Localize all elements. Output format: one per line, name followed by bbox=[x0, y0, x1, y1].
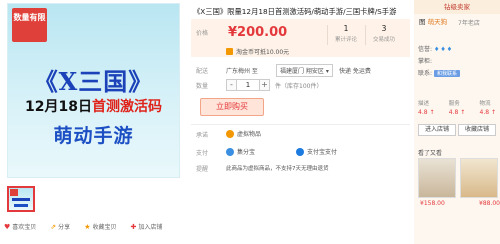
review-count[interactable]: 1 累计评论 bbox=[331, 24, 361, 43]
qty-increase-button[interactable]: + bbox=[259, 79, 270, 91]
ship-to-select[interactable]: 福建厦门 翔安区 ▾ bbox=[276, 64, 333, 77]
star-icon: ★ bbox=[84, 222, 91, 231]
related-price[interactable]: ¥158.00 bbox=[420, 200, 445, 207]
favorite-button[interactable]: ★ 收藏宝贝 bbox=[84, 222, 117, 232]
related-prices: ¥158.00 ¥88.00 bbox=[420, 200, 500, 207]
qty-label: 数量 bbox=[196, 83, 209, 90]
product-actions: ♥ 喜欢宝贝 ⇗ 分享 ★ 收藏宝贝 ✚ 加入店铺 bbox=[4, 222, 176, 232]
quantity-stepper: - 1 + 件（库存100件） bbox=[226, 79, 322, 91]
shop-name[interactable]: 图 萌天狗 bbox=[414, 16, 500, 26]
add-shop-label: 加入店铺 bbox=[138, 224, 163, 231]
boss-line: 掌柜: bbox=[418, 58, 433, 65]
product-thumbnail[interactable] bbox=[7, 186, 35, 212]
heart-icon: ♥ bbox=[4, 222, 11, 231]
related-title: 看了又看 bbox=[418, 150, 443, 157]
contact-button[interactable]: 和我联系 bbox=[433, 70, 460, 77]
credit-line: 信誉: ♦♦♦ bbox=[418, 46, 454, 53]
price-box: 价格 ¥200.00 1 累计评论 3 交易成功 淘金币可抵10.00元 bbox=[191, 19, 410, 57]
favorite-label: 收藏宝贝 bbox=[92, 224, 117, 231]
ship-label: 配送 bbox=[196, 68, 209, 75]
virtual-goods-icon bbox=[226, 129, 234, 138]
seller-level-header: 钻级卖家 bbox=[414, 0, 500, 14]
related-price[interactable]: ¥88.00 bbox=[479, 200, 500, 207]
share-button[interactable]: ⇗ 分享 bbox=[50, 222, 71, 232]
product-page: 数量有限 《X三国》 12月18日首测激活码 萌动手游 ♥ 喜欢宝贝 ⇗ 分享 … bbox=[0, 0, 500, 244]
score-service: 服务 4.8 ↑ bbox=[448, 101, 466, 116]
image-date-text: 12月18日 bbox=[25, 99, 92, 115]
product-title: 《X三国》限量12月18日首测激活码/萌动手游/三国卡牌/S手游 bbox=[193, 7, 397, 16]
qty-input[interactable]: 1 bbox=[237, 79, 259, 91]
price-value: ¥200.00 bbox=[228, 25, 288, 40]
diamond-icon: ♦♦♦ bbox=[433, 46, 454, 53]
share-label: 分享 bbox=[58, 224, 71, 231]
image-game-line: 萌动手游 bbox=[53, 125, 134, 147]
alipay-icon bbox=[296, 147, 304, 156]
enter-shop-button[interactable]: 进入店铺 bbox=[418, 124, 456, 136]
shop-scores: 描述 4.8 ↑ 服务 4.8 ↑ 物流 4.8 ↑ bbox=[418, 99, 496, 116]
related-item-image[interactable] bbox=[418, 158, 456, 198]
price-label: 价格 bbox=[196, 30, 209, 37]
contact-line: 联系: 和我联系 bbox=[418, 68, 460, 77]
like-label: 喜欢宝贝 bbox=[12, 224, 37, 231]
coin-icon bbox=[226, 48, 233, 55]
score-description: 描述 4.8 ↑ bbox=[418, 101, 435, 116]
related-items bbox=[418, 158, 498, 198]
notice-text: 此商品为虚拟商品，不支持7天无理由退货 bbox=[226, 166, 329, 172]
add-shop-button[interactable]: ✚ 加入店铺 bbox=[130, 222, 163, 232]
stock-text: 件（库存100件） bbox=[275, 82, 323, 90]
image-date: 12月18日首测激活码 bbox=[8, 96, 179, 116]
qty-decrease-button[interactable]: - bbox=[226, 79, 237, 91]
plus-icon: ✚ bbox=[130, 222, 137, 231]
product-main-image[interactable]: 数量有限 《X三国》 12月18日首测激活码 萌动手游 bbox=[7, 3, 180, 178]
image-date-highlight: 首测激活码 bbox=[91, 99, 162, 115]
related-item-image[interactable] bbox=[460, 158, 498, 198]
ship-from: 广东梅州 至 bbox=[226, 68, 258, 75]
limited-badge: 数量有限 bbox=[12, 8, 47, 42]
share-icon: ⇗ bbox=[50, 222, 57, 231]
like-button[interactable]: ♥ 喜欢宝贝 bbox=[4, 222, 37, 232]
ship-fee: 快递 免运费 bbox=[339, 68, 371, 75]
favorite-shop-button[interactable]: 收藏店铺 bbox=[458, 124, 496, 136]
jifenbao-icon bbox=[226, 147, 234, 156]
sales-count[interactable]: 3 交易成功 bbox=[369, 24, 399, 43]
shop-panel: 钻级卖家 图 萌天狗 7年老店 信誉: ♦♦♦ 掌柜: 联系: 和我联系 描述 … bbox=[414, 0, 500, 244]
product-info: 《X三国》限量12月18日首测激活码/萌动手游/三国卡牌/S手游 价格 ¥200… bbox=[191, 0, 410, 244]
coin-promo: 淘金币可抵10.00元 bbox=[226, 47, 289, 56]
score-logistics: 物流 4.8 ↑ bbox=[479, 101, 496, 116]
image-title: 《X三国》 bbox=[33, 67, 154, 96]
shop-years: 7年老店 bbox=[458, 20, 480, 27]
buy-now-button[interactable]: 立即购买 bbox=[200, 98, 264, 116]
